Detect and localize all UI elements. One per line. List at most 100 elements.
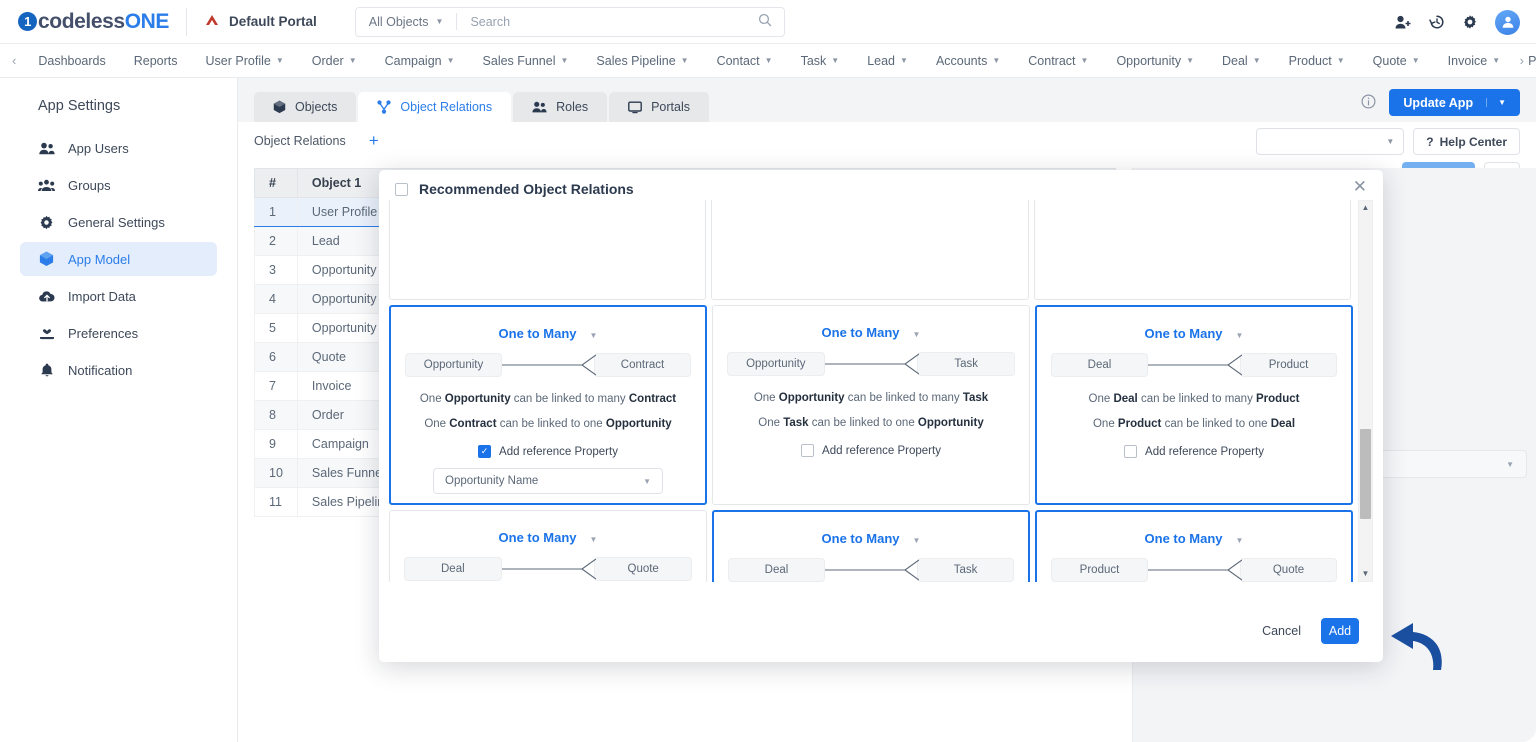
add-reference-property-checkbox[interactable] [801,444,815,457]
content-header: Objects Object Relations Roles Portals U… [238,78,1536,122]
relation-diagram: Deal Quote [404,557,692,581]
nav-item-opportunity[interactable]: Opportunity ▼ [1102,54,1208,68]
relation-type-select[interactable]: One to Many ▼ [404,530,692,545]
relation-type-select[interactable]: One to Many ▼ [728,531,1014,546]
nav-item-contact[interactable]: Contact ▼ [703,54,787,68]
reference-property-select[interactable]: Opportunity Name ▼ [433,468,663,494]
sidebar-item-app-users[interactable]: App Users [20,131,217,165]
plus-icon[interactable]: + [369,131,379,151]
nav-item-task[interactable]: Task ▼ [787,54,854,68]
sidebar-item-label: Groups [68,177,111,193]
desc-object: Product [1117,418,1162,430]
chevron-down-icon: ▼ [1336,56,1345,65]
nav-item-campaign[interactable]: Campaign ▼ [371,54,469,68]
desc-object: Opportunity [444,393,511,405]
gear-icon[interactable] [1462,14,1478,30]
desc-object: Product [1256,393,1300,405]
add-reference-property-row: Add reference Property [1051,445,1337,458]
col-header-index: # [254,168,298,198]
relation-card[interactable] [711,200,1029,300]
sidebar-title: App Settings [38,98,121,114]
scroll-down-icon[interactable]: ▼ [1359,567,1372,581]
sidebar-item-preferences[interactable]: Preferences [20,316,217,350]
nav-scroll-left-icon[interactable]: ‹ [0,53,24,68]
relation-description-reverse: One Contract can be linked to one Opport… [405,418,691,430]
sidebar-item-import-data[interactable]: Import Data [20,279,217,313]
update-app-button[interactable]: Update App ▼ [1389,89,1520,116]
info-icon[interactable] [1361,93,1376,112]
add-reference-property-checkbox[interactable] [1124,445,1138,458]
app-logo[interactable]: 1 codeless ONE [18,10,169,34]
tab-roles[interactable]: Roles [513,92,608,122]
scrollbar-thumb[interactable] [1360,429,1371,519]
relation-type-select[interactable]: One to Many ▼ [1051,326,1337,341]
nav-label: Product [1288,53,1332,68]
sidebar-item-label: App Model [68,251,131,267]
modal-body: One to Many ▼ Opportunity Contract One Op… [389,200,1373,582]
nav-item-dashboards[interactable]: Dashboards [24,54,119,68]
chevron-down-icon: ▼ [1411,56,1420,65]
desc-pre: One [419,393,445,405]
desc-pre: One [424,418,450,430]
cancel-button[interactable]: Cancel [1262,624,1301,638]
nav-item-sales-funnel[interactable]: Sales Funnel ▼ [469,54,583,68]
relation-card-opportunity-contract[interactable]: One to Many ▼ Opportunity Contract One Op… [389,305,707,505]
chevron-down-icon: ▼ [643,476,651,486]
content-header-actions: Update App ▼ [1361,89,1520,116]
relation-card[interactable] [389,200,707,300]
nav-scroll-right-icon[interactable]: › [1508,53,1532,68]
nav-item-reports[interactable]: Reports [120,54,192,68]
help-center-button[interactable]: ? Help Center [1413,128,1520,155]
relation-card-deal-product[interactable]: One to Many ▼ Deal Product One Deal can b… [1035,305,1353,505]
relation-type-select[interactable]: One to Many ▼ [1051,531,1337,546]
nav-item-accounts[interactable]: Accounts ▼ [922,54,1014,68]
nav-item-lead[interactable]: Lead ▼ [853,54,922,68]
tab-object-relations[interactable]: Object Relations [358,92,512,122]
panel-toolbar: Object Relations + ▼ ? Help Center Save [238,122,1536,190]
sidebar-item-label: Notification [68,362,133,378]
search-icon[interactable] [746,13,784,30]
nav-item-product[interactable]: Product ▼ [1275,54,1359,68]
select-all-checkbox[interactable] [395,182,408,196]
relation-card-deal-task[interactable]: One to Many▼ Deal Task One Deal can be l… [712,510,1030,582]
portal-selector[interactable]: Default Portal [204,14,317,30]
add-button[interactable]: Add [1321,618,1359,644]
nav-item-deal[interactable]: Deal ▼ [1208,54,1275,68]
tab-portals[interactable]: Portals [609,92,709,122]
relation-type-select[interactable]: One to Many ▼ [727,325,1015,340]
modal-scrollbar[interactable]: ▲ ▼ [1358,200,1373,582]
nav-item-order[interactable]: Order ▼ [298,54,371,68]
chevron-down-icon[interactable]: ▼ [1486,98,1506,107]
add-user-icon[interactable] [1395,15,1412,30]
tab-objects[interactable]: Objects [254,92,357,122]
relation-type-select[interactable]: One to Many ▼ [405,326,691,341]
relation-card-product-quote[interactable]: One to Many▼ Product Quote One Product c… [1035,510,1353,582]
cell-index: 1 [254,197,298,227]
close-icon[interactable]: ✕ [1353,178,1367,195]
sidebar-item-groups[interactable]: Groups [20,168,217,202]
nav-item-contract[interactable]: Contract ▼ [1014,54,1102,68]
filter-select[interactable]: ▼ [1256,128,1405,155]
scroll-up-icon[interactable]: ▲ [1359,201,1372,215]
nav-item-user-profile[interactable]: User Profile ▼ [192,54,298,68]
add-reference-property-checkbox[interactable]: ✓ [478,445,492,458]
relation-card-deal-quote[interactable]: One to Many▼ Deal Quote One Deal can be … [389,510,707,582]
cell-index: 11 [254,487,298,517]
relation-card-opportunity-task[interactable]: One to Many ▼ Opportunity Task One Opport… [712,305,1030,505]
sidebar-item-general-settings[interactable]: General Settings [20,205,217,239]
search-input[interactable] [457,7,746,36]
relation-card[interactable] [1033,200,1351,300]
chevron-down-icon: ▼ [1492,56,1501,65]
nav-item-sales-pipeline[interactable]: Sales Pipeline ▼ [582,54,702,68]
avatar[interactable] [1495,9,1520,35]
relation-description-forward: One Deal can be linked to many Product [1051,393,1337,405]
history-icon[interactable] [1429,14,1445,30]
sidebar-item-notification[interactable]: Notification [20,353,217,387]
sidebar-item-app-model[interactable]: App Model [20,242,217,276]
object-scope-select[interactable]: All Objects ▼ [356,8,457,36]
nav-item-quote[interactable]: Quote ▼ [1359,54,1434,68]
relation-type-label: One to Many [1144,531,1223,546]
nav-item-invoice[interactable]: Invoice ▼ [1434,54,1515,68]
nav-label: Opportunity [1116,53,1182,68]
nav-label: Accounts [935,53,988,68]
